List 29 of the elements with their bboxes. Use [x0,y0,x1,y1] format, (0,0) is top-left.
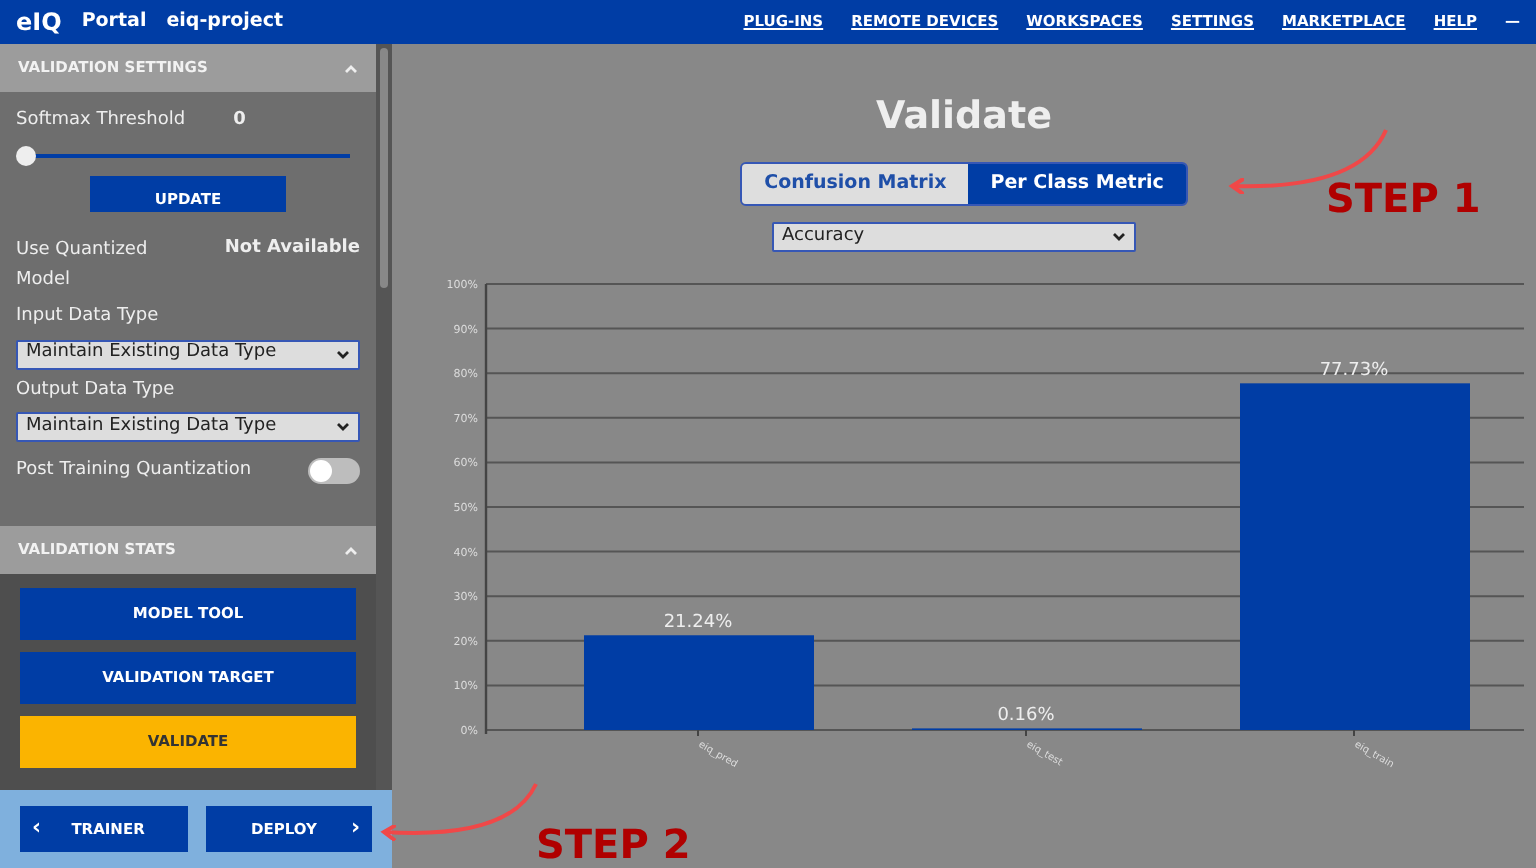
caret-icon [336,349,350,360]
scrollbar-thumb[interactable] [380,48,388,288]
field-label: Output Data Type [16,377,177,404]
value-text: 0 [233,108,246,134]
field-label: Use Quantized Model [16,237,150,294]
caret-icon [1112,231,1126,242]
data-label: 0.16% [997,705,1055,726]
metric-select[interactable]: Accuracy [772,221,1136,252]
tab[interactable]: Confusion Matrix [742,163,969,204]
annotation-label: STEP 1 [1326,172,1481,226]
chevron-icon[interactable] [344,63,358,73]
data-label: 21.24% [663,612,733,633]
app-name: Portal [81,7,147,36]
toggle-switch[interactable] [308,458,360,485]
value-text: Not Available [224,235,360,261]
slider-thumb[interactable] [16,145,36,165]
tab-active[interactable]: Per Class Metric [968,163,1186,204]
annotation-label: STEP 2 [536,818,691,868]
data-label: 77.73% [1319,360,1389,381]
project-name: eiq-project [166,7,284,36]
select-field[interactable]: Maintain Existing Data Type [16,412,360,443]
select-field[interactable]: Maintain Existing Data Type [16,339,360,370]
field-label: Post Training Quantization [16,458,252,485]
field-label: Softmax Threshold [16,108,186,134]
chevron-icon[interactable] [344,545,358,555]
logo[interactable]: eIQ [16,4,62,40]
field-label: Input Data Type [16,304,161,331]
caret-icon [336,422,350,433]
page-title: Validate [876,92,1052,142]
